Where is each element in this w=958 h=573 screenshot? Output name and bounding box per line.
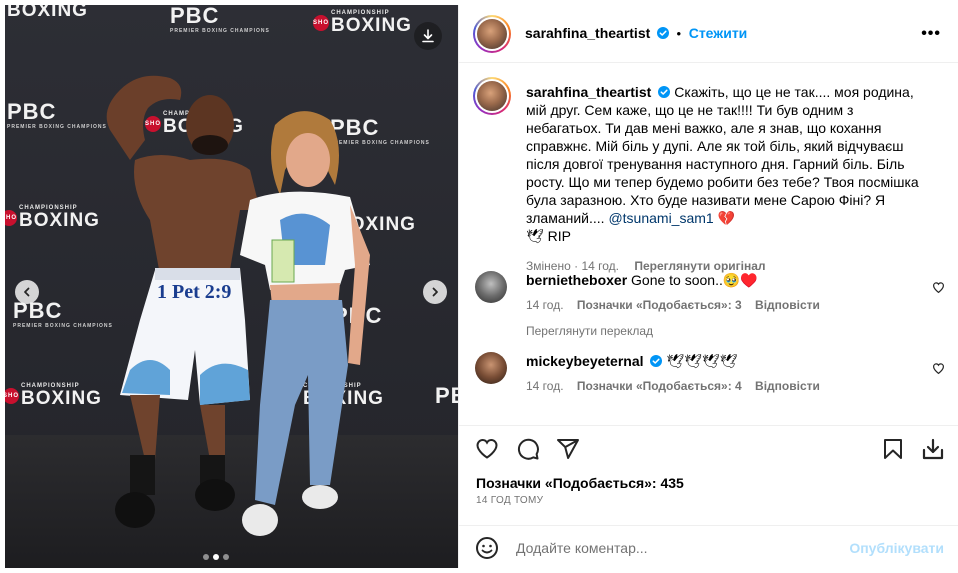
slide-dot-active [213,554,219,560]
post-time[interactable]: 14 ГОД ТОМУ [476,495,543,506]
post-comment-button[interactable]: Опублікувати [849,540,944,556]
comment-like-icon[interactable] [932,281,945,294]
follow-button[interactable]: Стежити [689,25,748,41]
verified-badge-icon [658,86,671,98]
chevron-right-icon [432,287,438,297]
backdrop-logo: PBC PREMIER BOXING CHAMPIONS [13,298,113,329]
backdrop-logo: SHOCHAMPIONSHIPBOXING [5,205,100,230]
comment-likes-button[interactable]: Позначки «Подобається»: 4 [577,379,742,393]
post-header: sarahfina_theartist • Стежити ••• [459,5,958,63]
comment-input[interactable]: Додайте коментар... [516,540,648,556]
next-slide-button[interactable] [423,280,447,304]
emoji-icon[interactable] [475,536,499,560]
backdrop-logo: BOXING [7,5,88,21]
comment-text: 🕊🕊🕊🕊 [666,353,738,369]
comment-likes-button[interactable]: Позначки «Подобається»: 3 [577,298,742,312]
comment-body: bernietheboxer Gone to soon..🥹♥️ 14 год.… [526,271,926,340]
more-options-button[interactable]: ••• [921,25,941,43]
header-user-line: sarahfina_theartist • Стежити [525,25,747,41]
post-panel: sarahfina_theartist • Стежити ••• sarahf… [458,5,958,568]
post-caption: sarahfina_theartist Скажіть, що це не так… [526,83,931,275]
comment-translate-button[interactable]: Переглянути переклад [526,322,926,340]
chevron-left-icon [24,287,30,297]
post-media[interactable]: BOXING PBC PREMIER BOXING CHAMPIONS SHO C… [5,5,458,568]
backdrop-logo: PBC PREMIER BOXING CHAMPIONS [170,5,270,34]
action-bar [459,425,958,465]
woman-figure [240,111,370,536]
save-icon[interactable] [881,437,905,461]
comment-body: mickeybeyeternal 🕊🕊🕊🕊 14 год. Позначки «… [526,352,926,395]
comment-meta: 14 год. Позначки «Подобається»: 3 Відпов… [526,296,926,314]
comment-reply-button[interactable]: Відповісти [755,298,820,312]
comment-like-icon[interactable] [932,362,945,375]
comment-username[interactable]: mickeybeyeternal [526,353,644,369]
comment-avatar[interactable] [475,352,507,384]
comment-meta: 14 год. Позначки «Подобається»: 4 Відпов… [526,377,926,395]
comment-item: mickeybeyeternal 🕊🕊🕊🕊 14 год. Позначки «… [475,352,945,402]
caption-line2: 🕊 RIP [526,228,572,244]
comment-time[interactable]: 14 год. [526,379,564,393]
backdrop-logo: PBC [435,383,458,408]
add-comment-bar: Додайте коментар... Опублікувати [459,525,958,568]
download-icon [422,29,434,43]
caption-mention-link[interactable]: @tsunami_sam1 [608,210,713,226]
backdrop-logo: SHOCHAMPIONSHIPBOXING [313,10,412,36]
slide-indicator [203,554,229,560]
caption-suffix: 💔 [713,210,736,226]
comment-username[interactable]: bernietheboxer [526,272,627,288]
slide-dot [223,554,229,560]
download-button[interactable] [414,22,442,50]
comment-reply-button[interactable]: Відповісти [755,379,820,393]
like-icon[interactable] [475,437,499,461]
backdrop-logo: PBC PREMIER BOXING CHAMPIONS [7,99,107,130]
backdrop-logo: SHOCHAMPIONSHIPBOXING [5,383,102,409]
prev-slide-button[interactable] [15,280,39,304]
author-avatar[interactable] [473,15,511,53]
comment-avatar[interactable] [475,271,507,303]
verified-badge-icon [650,355,663,367]
comment-icon[interactable] [516,437,540,461]
slide-dot [203,554,209,560]
caption-avatar[interactable] [473,77,511,115]
separator-dot: • [676,26,682,41]
verified-badge-icon [656,27,669,39]
download-post-icon[interactable] [921,437,945,461]
comment-text: Gone to soon..🥹♥️ [631,272,758,288]
trunks-text: 1 Pet 2:9 [157,281,232,303]
author-username[interactable]: sarahfina_theartist [525,25,650,41]
caption-username[interactable]: sarahfina_theartist [526,84,651,100]
caption-text: Скажіть, що це не так.... моя родина, мі… [526,84,919,226]
share-icon[interactable] [556,437,580,461]
comment-item: bernietheboxer Gone to soon..🥹♥️ 14 год.… [475,271,945,338]
likes-count[interactable]: Позначки «Подобається»: 435 [476,475,684,491]
comment-time[interactable]: 14 год. [526,298,564,312]
